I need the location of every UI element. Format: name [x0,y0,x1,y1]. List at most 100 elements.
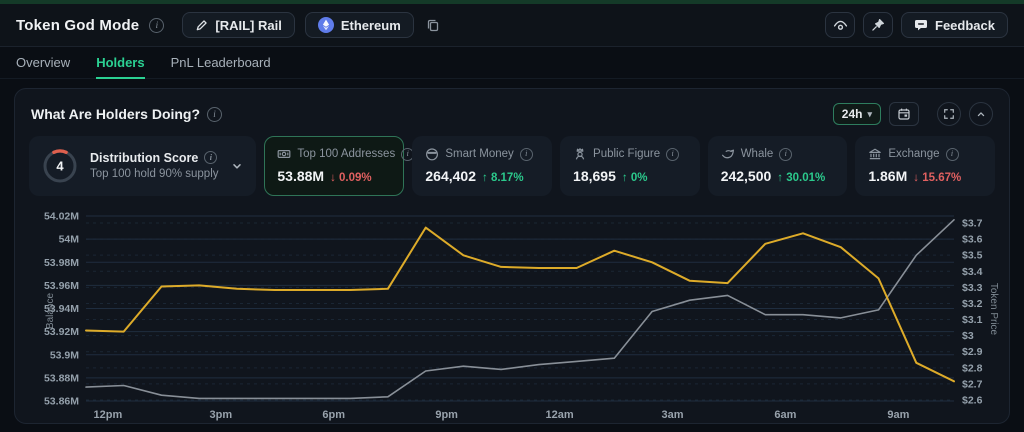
token-selector-button[interactable]: [RAIL] Rail [182,12,294,38]
svg-text:53.96M: 53.96M [44,280,79,292]
svg-text:53.86M: 53.86M [44,396,79,408]
time-range-value: 24h [842,107,863,121]
fullscreen-button[interactable] [937,102,961,126]
svg-text:$2.9: $2.9 [962,346,983,358]
svg-text:6pm: 6pm [322,409,345,421]
svg-text:9pm: 9pm [435,409,458,421]
svg-text:54.02M: 54.02M [44,211,79,223]
stat-value: 242,500 [721,168,772,184]
chart-svg: $3.7$3.6$3.5$3.4$3.3$3.2$3.1$3$2.9$2.8$2… [15,201,1009,423]
arrow-down-icon: ↓ [913,172,919,184]
info-icon[interactable]: i [207,107,222,122]
stat-label: Exchange [888,148,939,160]
stat-card-top100-addresses[interactable]: Top 100 Addresses i 53.88M ↓ 0.09% [264,136,404,196]
tab-pnl-leaderboard[interactable]: PnL Leaderboard [171,47,271,78]
stat-card-exchange[interactable]: Exchange i 1.86M ↓ 15.67% [855,136,995,196]
svg-text:3pm: 3pm [209,409,232,421]
stat-delta: ↑ 30.01% [777,172,825,184]
tab-overview[interactable]: Overview [16,47,70,78]
chain-selector-button[interactable]: Ethereum [305,12,414,38]
score-gauge: 4 [41,147,79,185]
stat-label: Top 100 Addresses [297,148,395,160]
panel-controls: 24h ▾ [833,102,993,126]
svg-text:$3.7: $3.7 [962,218,983,230]
svg-text:$3.3: $3.3 [962,282,983,294]
svg-text:Token Price: Token Price [988,283,999,336]
svg-text:54M: 54M [59,234,80,246]
svg-text:$3.5: $3.5 [962,250,983,262]
pin-icon [871,18,885,32]
info-icon[interactable]: i [149,18,164,33]
time-range-dropdown[interactable]: 24h ▾ [833,103,881,125]
holders-panel: What Are Holders Doing? i 24h ▾ [14,88,1010,424]
svg-text:3am: 3am [661,409,683,421]
whale-icon [721,147,735,161]
stat-delta: ↑ 0% [622,172,648,184]
fullscreen-icon [943,108,955,120]
svg-text:$3.2: $3.2 [962,298,983,310]
watch-button[interactable] [825,12,855,38]
stat-value: 1.86M [868,168,907,184]
feedback-button[interactable]: Feedback [901,12,1008,38]
chevron-up-icon [975,108,987,120]
topbar: Token God Mode i [RAIL] Rail Ethereum [0,4,1024,47]
page: Token God Mode i [RAIL] Rail Ethereum [0,0,1024,432]
arrow-down-icon: ↓ [330,172,336,184]
anon-mask-icon [425,147,439,161]
stat-value: 53.88M [277,168,324,184]
stat-value: 264,402 [425,168,476,184]
collapse-button[interactable] [969,102,993,126]
svg-text:Balance: Balance [45,292,56,329]
holders-chart[interactable]: $3.7$3.6$3.5$3.4$3.3$3.2$3.1$3$2.9$2.8$2… [15,201,1009,423]
stat-delta: ↓ 0.09% [330,172,372,184]
stat-card-public-figure[interactable]: Public Figure i 18,695 ↑ 0% [560,136,700,196]
svg-text:12am: 12am [546,409,574,421]
stat-card-whale[interactable]: Whale i 242,500 ↑ 30.01% [708,136,848,196]
stat-label: Whale [741,148,774,160]
info-icon[interactable]: i [520,148,533,161]
ethereum-icon [318,17,334,33]
info-icon[interactable]: i [779,148,792,161]
panel-title: What Are Holders Doing? [31,106,200,122]
feedback-bubble-icon [914,18,928,32]
tab-holders[interactable]: Holders [96,47,144,78]
info-icon[interactable]: i [666,148,679,161]
topbar-actions: Feedback [825,12,1008,38]
svg-text:12pm: 12pm [93,409,122,421]
info-icon[interactable]: i [946,148,959,161]
stat-label: Smart Money [445,148,513,160]
copy-icon[interactable] [426,18,440,32]
banknote-icon [277,147,291,161]
stat-delta: ↑ 8.17% [482,172,524,184]
distribution-score-card[interactable]: 4 Distribution Score i Top 100 hold 90% … [29,136,256,196]
distribution-subtitle: Top 100 hold 90% supply [90,169,219,181]
watch-icon [833,18,848,33]
svg-text:53.88M: 53.88M [44,372,79,384]
distribution-text: Distribution Score i Top 100 hold 90% su… [90,151,219,181]
stat-card-smart-money[interactable]: Smart Money i 264,402 ↑ 8.17% [412,136,552,196]
bank-icon [868,147,882,161]
svg-text:53.9M: 53.9M [50,349,79,361]
arrow-up-icon: ↑ [777,172,783,184]
chevron-down-icon[interactable] [230,159,244,173]
calendar-icon [897,107,911,121]
calendar-button[interactable] [889,102,919,126]
svg-text:$2.8: $2.8 [962,362,983,374]
page-title: Token God Mode [16,17,139,34]
info-icon[interactable]: i [204,151,217,164]
stat-delta: ↓ 15.67% [913,172,961,184]
chevron-down-icon: ▾ [867,109,872,120]
arrow-up-icon: ↑ [482,172,488,184]
token-selector-label: [RAIL] Rail [215,18,281,33]
svg-text:53.98M: 53.98M [44,257,79,269]
stats-row: 4 Distribution Score i Top 100 hold 90% … [15,126,1009,196]
public-figure-icon [573,147,587,161]
tab-bar: Overview Holders PnL Leaderboard [0,47,1024,79]
svg-text:$3.6: $3.6 [962,234,983,246]
svg-text:$3.1: $3.1 [962,314,983,326]
distribution-title: Distribution Score [90,152,198,165]
svg-text:$2.7: $2.7 [962,378,983,390]
score-value: 4 [56,159,64,174]
pin-button[interactable] [863,12,893,38]
arrow-up-icon: ↑ [622,172,628,184]
